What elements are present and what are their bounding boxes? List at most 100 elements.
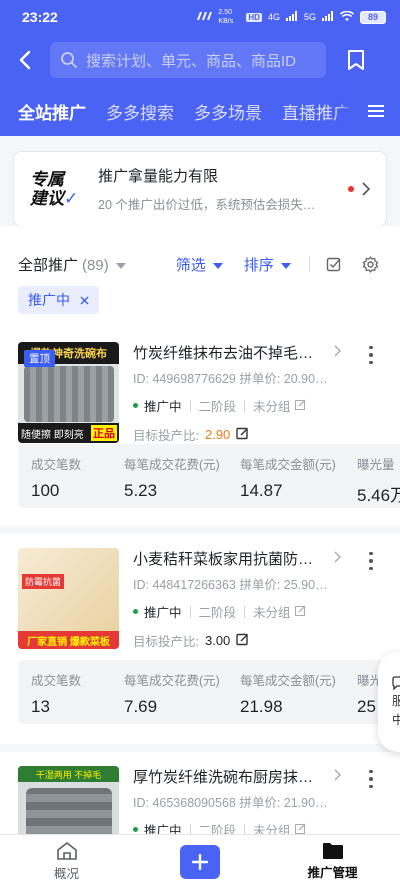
filter-bar: 全部推广 (89) 筛选 排序 (0, 244, 400, 284)
exclusive-suggestion-logo: 专属 建议✓ (30, 170, 79, 208)
promotion-tabs: 全站推广 多多搜索 多多场景 直播推广 (0, 86, 400, 136)
edit-icon[interactable] (294, 605, 306, 619)
product-title[interactable]: 小麦秸秆菜板家用抗菌防… (133, 548, 323, 569)
chevron-left-icon (19, 50, 31, 70)
add-button[interactable] (179, 844, 220, 879)
roi-value: 3.00 (204, 633, 231, 648)
close-icon[interactable] (80, 292, 89, 308)
signal-4g: 4G (267, 12, 280, 22)
notice-title: 推广拿量能力有限 (98, 168, 219, 185)
edit-icon[interactable] (294, 399, 306, 413)
settings-button[interactable] (362, 255, 379, 273)
caret-down-icon (115, 262, 126, 269)
customer-service-button[interactable]: 服 中 (378, 652, 400, 752)
metrics-panel: 成交笔数 13 每笔成交花费(元) 7.69 每笔成交金额(元) 21.98 曝光量 2… (18, 660, 400, 724)
search-input[interactable]: 搜索计划、单元、商品、商品ID (50, 42, 326, 78)
metric-orders: 成交笔数 100 (31, 458, 82, 500)
gear-icon (362, 255, 378, 273)
product-id-price: ID: 449698776629 拼单价: 20.90… (133, 372, 328, 386)
metric-amount-per-order: 每笔成交金额(元) 14.87 (240, 458, 336, 500)
active-filter-chip[interactable]: 推广中 (18, 286, 99, 314)
search-icon (61, 52, 77, 68)
all-promotions-dropdown[interactable]: 全部推广 (89) (18, 254, 126, 275)
metric-amount-per-order: 每笔成交金额(元) 21.98 (240, 674, 336, 716)
home-icon (56, 842, 77, 860)
net-speed: 2.50 KB/s (218, 9, 234, 25)
sort-dropdown[interactable]: 排序 (244, 254, 291, 275)
more-options-icon[interactable] (362, 550, 380, 572)
suggestion-notice-card[interactable]: 专属 建议✓ 推广拿量能力有限 20 个推广出价过低，系统预估会损失… (13, 151, 387, 227)
status-dot-icon (133, 609, 138, 614)
chevron-right-icon (334, 344, 341, 362)
plus-icon (191, 853, 208, 870)
bookmark-icon (348, 50, 364, 70)
metric-impressions: 曝光量 5.46万 (357, 458, 400, 505)
edit-icon[interactable] (236, 633, 249, 649)
metrics-panel: 成交笔数 100 每笔成交花费(元) 5.23 每笔成交金额(元) 14.87 曝光量… (18, 444, 400, 508)
roi-value: 2.90 (204, 427, 231, 442)
battery-icon: 89 (360, 10, 386, 24)
signal-strength-icon (196, 11, 213, 23)
target-roi-line: 目标投产比: 3.00 (133, 631, 249, 650)
batch-edit-icon (326, 257, 341, 272)
product-id-price: ID: 448417266363 拼单价: 25.90… (133, 578, 328, 592)
filter-dropdown[interactable]: 筛选 (176, 254, 223, 275)
nav-create[interactable] (133, 835, 266, 888)
menu-icon (368, 105, 384, 117)
back-button[interactable] (0, 34, 50, 86)
search-placeholder: 搜索计划、单元、商品、商品ID (86, 52, 297, 70)
bottom-nav: 概况 推广管理 (0, 834, 400, 888)
tabs-menu-button[interactable] (352, 86, 400, 136)
tab-live[interactable]: 直播推广 (282, 99, 350, 124)
status-icons: 2.50 KB/s HD 4G 5G 89 (196, 8, 386, 26)
status-time: 23:22 (22, 9, 58, 25)
product-image (24, 366, 114, 422)
product-card[interactable]: 干湿两用 不掉毛 厚竹炭纤维洗碗布厨房抹… ID: 465368090568 拼… (0, 752, 400, 867)
chevron-right-icon (334, 550, 341, 568)
product-thumbnail: 爆款神奇洗碗布 随便擦 即刻亮 正品 置顶 (18, 342, 119, 443)
target-roi-line: 目标投产比: 2.90 (133, 425, 249, 444)
top-header: 搜索计划、单元、商品、商品ID (0, 34, 400, 86)
tab-all-site[interactable]: 全站推广 (18, 99, 86, 124)
status-dot-icon (133, 827, 138, 832)
caret-down-icon (212, 262, 223, 269)
nav-overview[interactable]: 概况 (0, 835, 133, 888)
check-icon: ✓ (64, 189, 79, 208)
status-line: 推广中 二阶段 未分组 (133, 602, 306, 621)
cell-signal-icon (285, 11, 298, 23)
cell-signal-icon-2 (322, 11, 334, 23)
chat-icon (392, 676, 400, 690)
caret-down-icon (280, 262, 291, 269)
notice-subtitle: 20 个推广出价过低，系统预估会损失… (98, 198, 316, 212)
chevron-right-icon (334, 768, 341, 786)
status-dot-icon (133, 403, 138, 408)
status-bar: 23:22 2.50 KB/s HD 4G 5G 89 (0, 0, 400, 34)
metric-cost-per-order: 每笔成交花费(元) 5.23 (124, 458, 220, 500)
product-id-price: ID: 465368090568 拼单价: 21.90… (133, 796, 328, 810)
metric-orders: 成交笔数 13 (31, 674, 82, 716)
metric-cost-per-order: 每笔成交花费(元) 7.69 (124, 674, 220, 716)
divider (308, 256, 310, 272)
status-line: 推广中 二阶段 未分组 (133, 396, 306, 415)
tab-search[interactable]: 多多搜索 (106, 99, 174, 124)
unread-dot-icon (348, 186, 354, 192)
product-title[interactable]: 竹炭纤维抹布去油不掉毛… (133, 342, 323, 363)
more-options-icon[interactable] (362, 344, 380, 366)
chevron-right-icon (362, 182, 386, 196)
batch-select-button[interactable] (326, 256, 342, 272)
product-card[interactable]: 防霉抗菌 厂家直销 爆款菜板 小麦秸秆菜板家用抗菌防… ID: 44841726… (0, 534, 400, 744)
wifi-icon (339, 10, 355, 24)
hd-badge: HD (246, 12, 262, 22)
signal-5g: 5G (303, 12, 316, 22)
notice-text: 推广拿量能力有限 20 个推广出价过低，系统预估会损失… (84, 165, 348, 213)
tab-scene[interactable]: 多多场景 (194, 99, 262, 124)
product-thumbnail: 防霉抗菌 厂家直销 爆款菜板 (18, 548, 119, 649)
more-options-icon[interactable] (362, 768, 380, 790)
pinned-badge: 置顶 (24, 350, 55, 367)
product-card[interactable]: 爆款神奇洗碗布 随便擦 即刻亮 正品 置顶 竹炭纤维抹布去油不掉毛… ID: 4… (0, 328, 400, 526)
folder-icon (322, 843, 343, 859)
nav-promotion-manage[interactable]: 推广管理 (266, 835, 399, 888)
product-title[interactable]: 厚竹炭纤维洗碗布厨房抹… (133, 766, 323, 787)
bookmark-button[interactable] (326, 34, 386, 86)
edit-icon[interactable] (236, 427, 249, 443)
